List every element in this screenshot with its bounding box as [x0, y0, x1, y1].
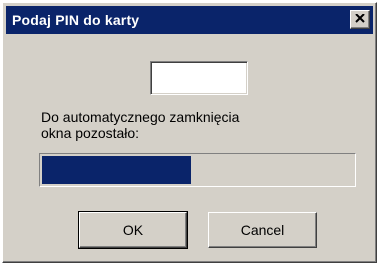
title-bar[interactable]: Podaj PIN do karty: [6, 6, 373, 34]
cancel-button[interactable]: Cancel: [208, 212, 317, 248]
pin-input[interactable]: [150, 61, 248, 95]
close-icon: [355, 14, 365, 23]
close-button[interactable]: [350, 10, 370, 29]
countdown-progress-bar: [39, 153, 356, 187]
progress-fill: [42, 156, 191, 184]
window-title: Podaj PIN do karty: [12, 12, 140, 28]
countdown-message-line2: okna pozostało:: [41, 125, 140, 141]
ok-button[interactable]: OK: [78, 211, 188, 249]
pin-dialog: Podaj PIN do karty Do automatycznego zam…: [2, 2, 377, 263]
countdown-message: Do automatycznego zamknięcia okna pozost…: [41, 109, 341, 141]
countdown-message-line1: Do automatycznego zamknięcia: [41, 109, 240, 125]
